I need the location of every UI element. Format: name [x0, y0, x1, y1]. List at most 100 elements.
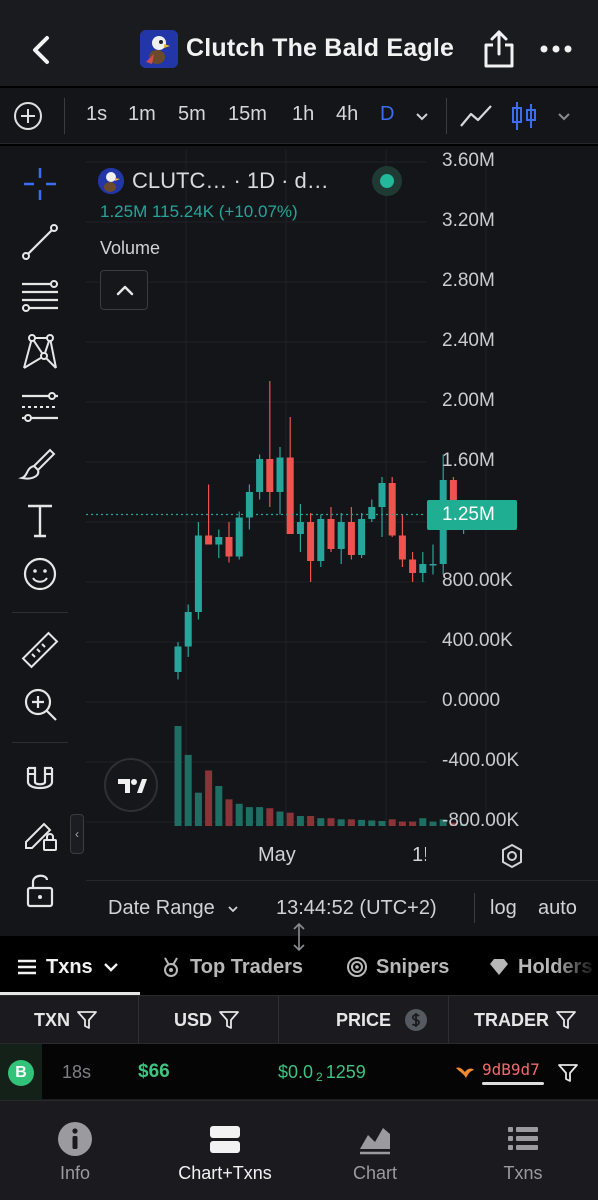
price-prefix: $0.0	[278, 1062, 314, 1082]
tradingview-logo-icon[interactable]	[104, 758, 158, 812]
fib-retracement-icon[interactable]	[18, 274, 62, 318]
trader-underline	[482, 1082, 544, 1085]
column-usd[interactable]: USD	[174, 996, 240, 1044]
nav-chart-txns[interactable]: Chart+Txns	[150, 1101, 300, 1200]
timeframe-1h[interactable]: 1h	[292, 103, 314, 126]
volume-bar	[205, 770, 213, 826]
txn-side-cell: B	[0, 1044, 42, 1100]
divider	[278, 996, 279, 1044]
column-txn[interactable]: TXN	[34, 996, 98, 1044]
emoji-icon[interactable]	[18, 552, 62, 596]
brush-icon[interactable]	[18, 442, 62, 486]
y-axis-label: 3.20M	[442, 210, 495, 231]
volume-bar	[368, 820, 376, 826]
resize-handle-icon[interactable]	[290, 922, 308, 952]
crosshair-icon[interactable]	[18, 162, 62, 206]
magnet-icon[interactable]	[18, 758, 62, 802]
filter-icon[interactable]	[555, 1009, 577, 1031]
y-axis-label: 2.80M	[442, 270, 495, 291]
lock-drawings-icon[interactable]	[18, 812, 62, 856]
page-title: Clutch The Bald Eagle	[186, 34, 455, 62]
candle-body	[419, 564, 427, 573]
top-header: Clutch The Bald Eagle	[0, 0, 598, 86]
date-range-bar: Date Range 13:44:52 (UTC+2) log auto	[86, 880, 598, 934]
token-logo-icon	[140, 30, 178, 68]
date-range-label: Date Range	[108, 897, 215, 919]
share-icon[interactable]	[482, 28, 516, 70]
nav-chart[interactable]: Chart	[300, 1101, 450, 1200]
tab-txns[interactable]: Txns	[16, 952, 121, 982]
log-scale-toggle[interactable]: log	[490, 897, 517, 920]
volume-bar	[409, 821, 417, 826]
candle-body	[225, 537, 233, 557]
volume-bar	[419, 818, 427, 826]
timeframe-4h[interactable]: 4h	[336, 103, 358, 126]
zoom-in-icon[interactable]	[18, 682, 62, 726]
tab-snipers[interactable]: Snipers	[346, 952, 449, 982]
timezone-clock[interactable]: 13:44:52 (UTC+2)	[276, 897, 437, 920]
info-icon	[58, 1122, 92, 1156]
unlock-icon[interactable]	[18, 868, 62, 912]
back-arrow-icon[interactable]	[22, 30, 62, 70]
nav-info[interactable]: Info	[0, 1101, 150, 1200]
legend-collapse-button[interactable]	[100, 270, 148, 310]
column-trader[interactable]: TRADER	[474, 996, 577, 1044]
timeframe-chevron-down-icon[interactable]	[414, 108, 430, 124]
trader-avatar-icon	[456, 1067, 474, 1078]
column-price[interactable]: PRICE	[336, 996, 429, 1044]
timeframe-5m[interactable]: 5m	[178, 103, 206, 126]
volume-bar	[388, 819, 396, 826]
candle-body	[174, 646, 182, 672]
divider	[138, 996, 139, 1044]
trend-line-icon[interactable]	[18, 220, 62, 264]
time-axis[interactable]: May 1!	[86, 830, 598, 880]
volume-bar	[266, 808, 274, 826]
candle-body	[378, 483, 386, 507]
txn-age: 18s	[62, 1062, 92, 1082]
trader-address-link[interactable]: 9dB9d7	[482, 1060, 540, 1079]
tab-top-traders[interactable]: Top Traders	[160, 952, 303, 982]
market-status-icon	[372, 166, 402, 196]
timeframe-15m[interactable]: 15m	[228, 103, 267, 126]
volume-bar	[429, 821, 437, 826]
medal-icon	[164, 957, 178, 977]
volume-bar	[378, 821, 386, 826]
timeframe-1m[interactable]: 1m	[128, 103, 156, 126]
dollar-toggle-icon[interactable]	[403, 1007, 429, 1033]
chart-type-chevron-down-icon[interactable]	[556, 108, 572, 124]
volume-bar	[194, 792, 202, 826]
candlestick-chart-type-icon[interactable]	[506, 100, 542, 132]
pattern-icon[interactable]	[18, 330, 62, 374]
tab-holders[interactable]: Holders	[488, 952, 598, 982]
auto-scale-toggle[interactable]: auto	[538, 897, 577, 920]
y-axis-label: 400.00K	[442, 630, 513, 651]
table-row[interactable]: B 18s $66 $0.0 2 1259 9dB9d7	[0, 1044, 598, 1100]
filter-trader-icon[interactable]	[556, 1061, 580, 1085]
candle-body	[429, 564, 437, 566]
chart-settings-icon[interactable]	[498, 842, 526, 870]
candlestick-chart[interactable]	[86, 150, 598, 830]
active-tab-indicator	[0, 992, 140, 995]
column-label: TRADER	[474, 1009, 549, 1030]
forecast-icon[interactable]	[18, 386, 62, 430]
nav-txns[interactable]: Txns	[448, 1101, 598, 1200]
volume-bar	[225, 799, 233, 826]
ruler-icon[interactable]	[18, 628, 62, 672]
toolbar-collapse-button[interactable]: ‹	[70, 814, 84, 854]
legend-symbol-row[interactable]: CLUTC… · 1D · d…	[98, 166, 329, 196]
text-tool-icon[interactable]	[18, 498, 62, 542]
filter-icon[interactable]	[218, 1009, 240, 1031]
column-label: TXN	[34, 1009, 70, 1030]
volume-bar	[286, 812, 294, 826]
filter-icon[interactable]	[76, 1009, 98, 1031]
date-range-button[interactable]: Date Range	[108, 897, 240, 920]
tab-label: Top Traders	[190, 955, 303, 978]
volume-bar	[327, 818, 335, 826]
candle-body	[205, 535, 213, 545]
timeframe-d[interactable]: D	[380, 103, 394, 126]
timeframe-1s[interactable]: 1s	[86, 103, 107, 126]
more-options-icon[interactable]	[538, 36, 574, 62]
add-indicator-icon[interactable]	[12, 100, 44, 132]
price-chart[interactable]: CLUTC… · 1D · d… 1.25M 115.24K (+10.07%)…	[86, 150, 598, 880]
line-chart-type-icon[interactable]	[458, 100, 494, 132]
